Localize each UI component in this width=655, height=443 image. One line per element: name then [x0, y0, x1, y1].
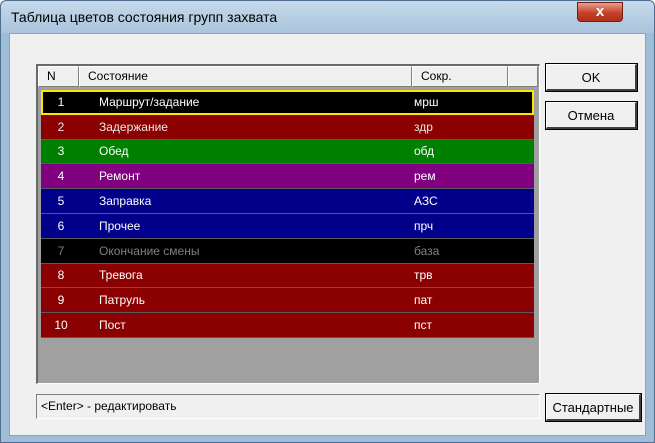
window-title: Таблица цветов состояния групп захвата — [11, 9, 278, 25]
row-abbr: обд — [414, 144, 435, 159]
table-row[interactable]: 6 Прочее прч — [41, 213, 534, 239]
row-state: Тревога — [99, 268, 143, 283]
row-abbr: здр — [414, 119, 433, 134]
table-rows: 1 Маршрут/задание мрш 2 Задержание здр 3 Обед об… — [41, 90, 534, 338]
row-state: Патруль — [99, 293, 146, 308]
row-number: 3 — [57, 144, 65, 159]
table-row[interactable]: 5 Заправка АЗС — [41, 189, 534, 214]
table-row[interactable]: 7 Окончание смены база — [41, 238, 534, 264]
table-row[interactable]: 2 Задержание здр — [41, 114, 534, 140]
row-state: Окончание смены — [99, 243, 200, 258]
row-state: Маршрут/задание — [99, 94, 200, 109]
close-icon: x — [595, 3, 605, 20]
row-abbr: рем — [414, 169, 436, 184]
row-number: 7 — [57, 243, 65, 258]
column-header-abbr[interactable]: Сокр. — [412, 66, 508, 87]
row-abbr: база — [414, 243, 440, 258]
table-row[interactable]: 1 Маршрут/задание мрш — [41, 90, 534, 115]
cancel-button[interactable]: Отмена — [545, 101, 638, 130]
row-abbr: прч — [414, 218, 434, 233]
status-hint: <Enter> - редактировать — [36, 394, 540, 419]
column-header-filler — [508, 66, 538, 87]
row-state: Пост — [99, 318, 126, 333]
row-state: Прочее — [99, 218, 141, 233]
row-number: 1 — [57, 94, 65, 109]
row-state: Заправка — [99, 194, 152, 209]
row-number: 6 — [57, 218, 65, 233]
table-row[interactable]: 10 Пост пст — [41, 313, 534, 338]
title-bar[interactable]: Таблица цветов состояния групп захвата x — [1, 1, 654, 33]
row-abbr: трв — [414, 268, 433, 283]
row-number: 9 — [57, 293, 65, 308]
row-abbr: мрш — [414, 94, 439, 109]
row-state: Задержание — [99, 119, 168, 134]
row-state: Ремонт — [99, 169, 141, 184]
table-row[interactable]: 9 Патруль пат — [41, 288, 534, 314]
table-header: N Состояние Сокр. — [38, 66, 538, 87]
table-row[interactable]: 8 Тревога трв — [41, 263, 534, 289]
row-number: 10 — [54, 318, 68, 333]
row-abbr: АЗС — [414, 194, 438, 209]
row-number: 5 — [57, 194, 65, 209]
row-abbr: пст — [414, 318, 432, 333]
row-number: 2 — [57, 119, 65, 134]
ok-button[interactable]: OK — [545, 63, 638, 92]
column-header-state[interactable]: Состояние — [79, 66, 412, 87]
column-header-n[interactable]: N — [38, 66, 79, 87]
dialog-client-area: N Состояние Сокр. 1 Маршрут/задание мрш 2 За… — [9, 33, 646, 436]
table-row[interactable]: 3 Обед обд — [41, 139, 534, 165]
state-color-table: N Состояние Сокр. 1 Маршрут/задание мрш 2 За… — [36, 64, 540, 384]
row-number: 4 — [57, 169, 65, 184]
dialog-window: Таблица цветов состояния групп захвата x… — [0, 0, 655, 443]
table-row[interactable]: 4 Ремонт рем — [41, 164, 534, 190]
row-state: Обед — [99, 144, 129, 159]
defaults-button[interactable]: Стандартные — [545, 393, 642, 422]
close-button[interactable]: x — [577, 2, 623, 22]
row-number: 8 — [57, 268, 65, 283]
row-abbr: пат — [414, 293, 433, 308]
